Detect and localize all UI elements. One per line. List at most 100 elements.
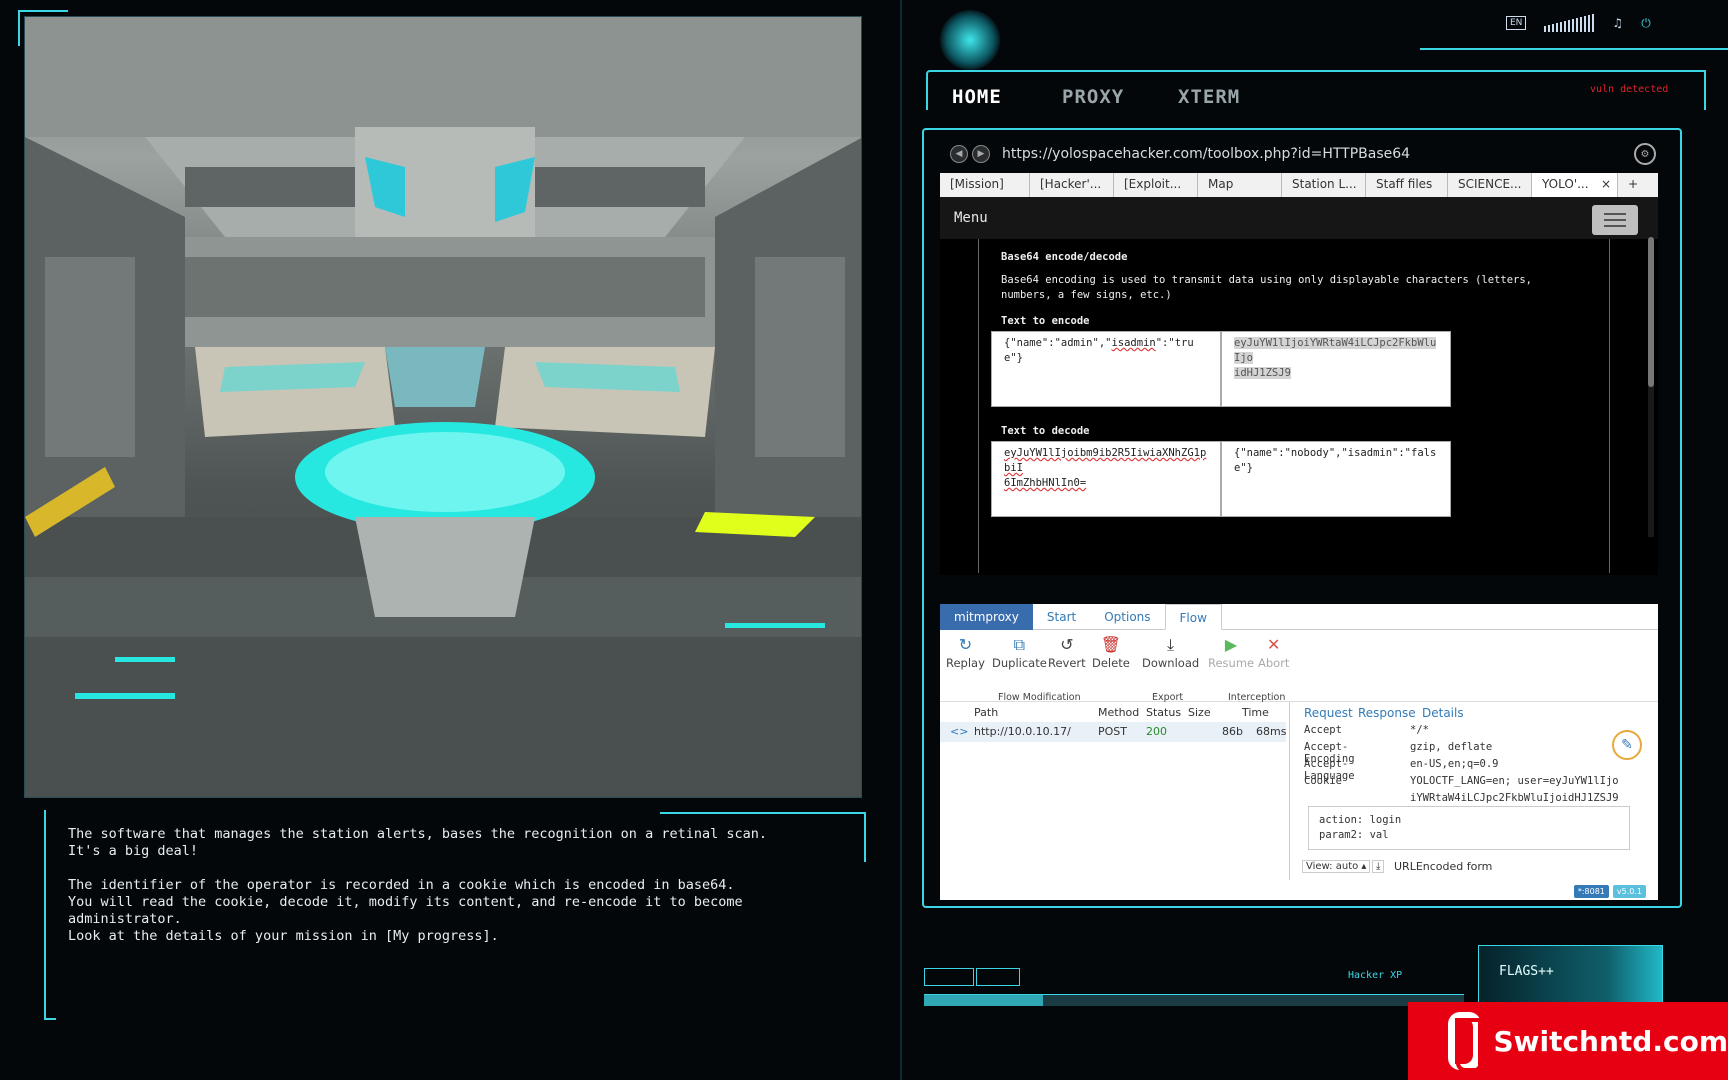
form-line[interactable]: param2: val [1319,828,1619,843]
mission-dialogue: The software that manages the station al… [46,818,866,1024]
edit-pencil-icon[interactable]: ✎ [1612,730,1642,760]
listen-address-badge: *:8081 [1573,885,1609,898]
browser-tab-map[interactable]: Map [1198,173,1282,197]
revert-icon: ↺ [1060,635,1074,654]
header-value[interactable]: */* [1410,724,1429,736]
download-icon: ⤓ [1167,635,1175,654]
form-type-label: URLEncoded form [1394,860,1493,873]
decode-input-text: eyJuYW1lIjoibm9ib2R5IiwiaXNhZG1pbiI 6ImZ… [1004,447,1207,489]
mitm-toolbar: ↻ Replay ⧉ Duplicate ↺ Revert 🗑 Delete ⤓ Down… [940,630,1658,703]
mitm-tab-brand[interactable]: mitmproxy [940,604,1033,630]
replay-button[interactable]: ↻ Replay [946,636,985,671]
mitm-tab-flow[interactable]: Flow [1164,604,1222,630]
language-button[interactable]: EN [1506,16,1527,30]
mitm-tab-options[interactable]: Options [1090,604,1164,630]
revert-label: Revert [1048,656,1086,670]
delete-label: Delete [1092,656,1130,670]
detail-tab-response[interactable]: Response [1358,706,1416,720]
page-scrollbar[interactable] [1648,237,1654,537]
base64-tool: Base64 encode/decode Base64 encoding is … [978,239,1610,573]
download-button[interactable]: ⤓ Download [1142,635,1200,671]
tab-home[interactable]: HOME [952,86,1002,108]
header-value[interactable]: YOLOCTF_LANG=en; user=eyJuYW1lIjo [1410,775,1619,787]
scene-corner-deco [18,10,68,46]
encode-output[interactable]: eyJuYW1lIjoiYWRtaW4iLCJpc2FkbWluIjo idHJ… [1221,331,1451,407]
power-icon[interactable]: ⏻ [1641,16,1651,31]
replay-label: Replay [946,656,985,670]
flow-table: Path Method Status Size Time <> http://1… [940,702,1290,880]
music-note-icon[interactable]: ♫ [1612,16,1623,30]
menu-label: Menu [954,210,988,226]
flags-label: FLAGS++ [1499,964,1554,979]
xp-progress-fill [924,995,1043,1006]
duplicate-button[interactable]: ⧉ Duplicate [992,635,1047,671]
hamburger-menu-icon[interactable] [1592,205,1638,235]
col-method[interactable]: Method [1098,706,1139,719]
header-value[interactable]: iYWRtaW4iLCJpc2FkbWluIjoidHJ1ZSJ9 [1410,792,1619,804]
hud-slot [924,968,974,986]
tab-xterm[interactable]: XTERM [1178,86,1240,108]
browser-tab-strip: [Mission] [Hacker'... [Exploit... Map St… [940,173,1658,197]
hud-slot [976,968,1020,986]
mitm-tab-start[interactable]: Start [1033,604,1090,630]
col-status[interactable]: Status [1146,706,1181,719]
header-key: Accept [1304,724,1342,736]
abort-icon: ✕ [1267,635,1281,654]
url-text[interactable]: https://yolospacehacker.com/toolbox.php?… [1002,146,1410,162]
detail-tab-request[interactable]: Request [1304,706,1353,720]
resume-button[interactable]: ▶ Resume [1208,635,1254,671]
volume-slider[interactable] [1544,14,1595,32]
encode-input-text-a: {"name":"admin"," [1004,337,1112,349]
page-title: Base64 encode/decode [1001,251,1128,263]
col-size[interactable]: Size [1188,706,1211,719]
flags-button[interactable]: FLAGS++ [1478,945,1663,1003]
view-mode-select[interactable]: View: auto ▴ [1302,860,1371,873]
flow-status: 200 [1146,725,1167,738]
browser-tab-yolo[interactable]: YOLO'... × [1532,173,1618,197]
flow-size: 86b [1222,725,1243,738]
forward-icon[interactable]: ▶ [972,145,990,163]
col-path[interactable]: Path [974,706,998,719]
header-value[interactable]: en-US,en;q=0.9 [1410,758,1499,770]
browser-tab-science[interactable]: SCIENCE... [1448,173,1532,197]
browser-tab-station[interactable]: Station L... [1282,173,1366,197]
abort-button[interactable]: ✕ Abort [1258,635,1289,671]
browser-tab-staff-files[interactable]: Staff files [1366,173,1448,197]
browser-tab-mission[interactable]: [Mission] [940,173,1030,197]
detail-tab-details[interactable]: Details [1422,706,1464,720]
delete-button[interactable]: 🗑 Delete [1092,636,1130,671]
flow-row[interactable]: <> http://10.0.10.17/ POST 200 86b 68ms [940,722,1286,742]
dialogue-paragraph-2: The identifier of the operator is record… [68,877,743,944]
menu-bar: Menu [940,197,1658,239]
system-icons: EN ♫ ⏻ [1506,14,1651,32]
encode-label: Text to encode [1001,315,1090,327]
dialogue-paragraph-1: The software that manages the station al… [68,826,767,859]
tab-proxy[interactable]: PROXY [1062,86,1124,108]
download-body-icon[interactable]: ⤓ [1372,860,1385,873]
form-line[interactable]: action: login [1319,813,1619,828]
hacker-xp-label: Hacker XP [1348,970,1403,981]
xp-progress-bar [924,994,1464,1006]
watermark: Switchntd.com [1408,1002,1728,1080]
close-tab-icon[interactable]: × [1601,177,1611,191]
download-label: Download [1142,656,1200,670]
revert-button[interactable]: ↺ Revert [1048,635,1086,671]
browser-tab-exploit[interactable]: [Exploit... [1114,173,1198,197]
encode-input[interactable]: {"name":"admin","isadmin":"true"} [991,331,1221,407]
play-icon: ▶ [1224,635,1238,654]
browser-tab-hacker[interactable]: [Hacker'... [1030,173,1114,197]
settings-icon[interactable]: ⚙ [1634,143,1656,165]
new-tab-button[interactable]: + [1618,173,1658,197]
switch-logo-icon [1448,1012,1483,1072]
decode-input[interactable]: eyJuYW1lIjoibm9ib2R5IiwiaXNhZG1pbiI 6ImZ… [991,441,1221,517]
version-badge: v5.0.1 [1612,885,1646,898]
back-icon[interactable]: ◀ [950,145,968,163]
form-data: action: login param2: val [1308,806,1630,850]
col-time[interactable]: Time [1242,706,1269,719]
header-value[interactable]: gzip, deflate [1410,741,1492,753]
decode-output[interactable]: {"name":"nobody","isadmin":"false"} [1221,441,1451,517]
game-scene [24,16,862,798]
browser-tab-yolo-label: YOLO'... [1542,177,1589,191]
duplicate-icon: ⧉ [1013,635,1026,654]
duplicate-label: Duplicate [992,656,1047,670]
